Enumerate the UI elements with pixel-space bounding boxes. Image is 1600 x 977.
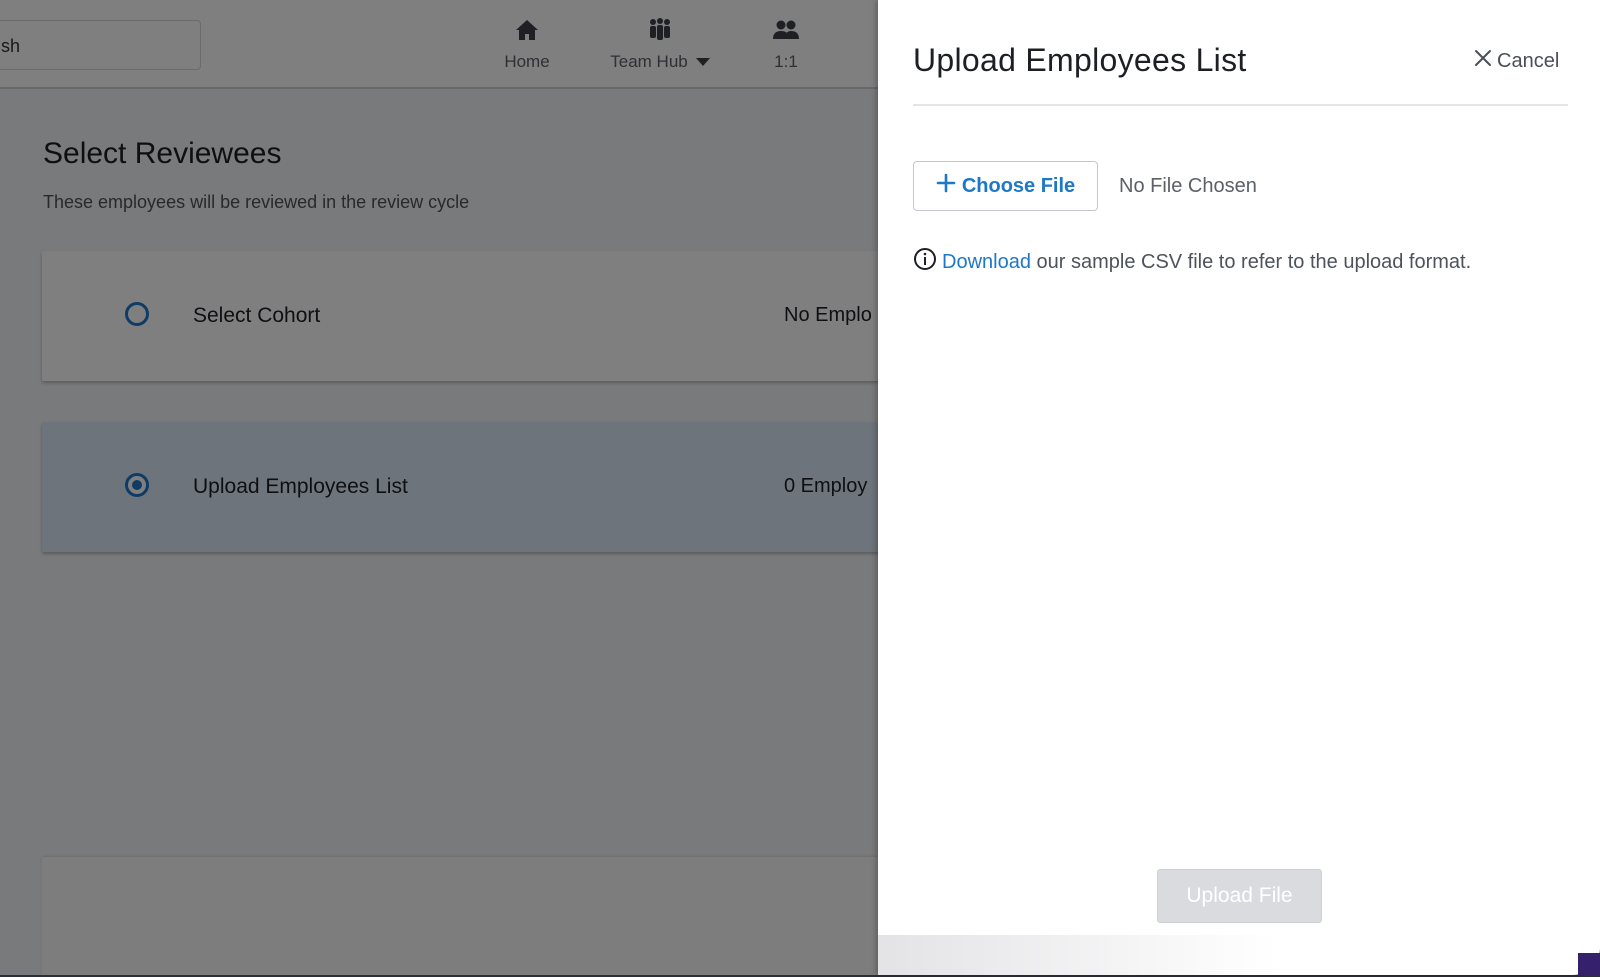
choose-file-label: Choose File (961, 174, 1076, 197)
divider (913, 104, 1568, 106)
info-message: Download our sample CSV file to refer to… (913, 247, 1471, 277)
upload-drawer: Upload Employees List Cancel Choose File… (878, 0, 1600, 975)
plus-icon (936, 173, 956, 199)
corner-accent (1578, 953, 1600, 975)
file-status: No File Chosen (1119, 175, 1257, 197)
close-icon (1473, 48, 1493, 74)
choose-file-button[interactable]: Choose File (913, 161, 1098, 211)
drawer-bottom-shadow (878, 935, 1278, 975)
upload-file-button[interactable]: Upload File (1157, 869, 1322, 923)
cancel-label: Cancel (1497, 49, 1560, 72)
cancel-button[interactable]: Cancel (1473, 48, 1559, 74)
info-text: our sample CSV file to refer to the uplo… (1030, 250, 1472, 273)
info-icon (913, 247, 937, 277)
download-sample-link[interactable]: Download (942, 251, 1031, 273)
drawer-title: Upload Employees List (913, 42, 1247, 78)
